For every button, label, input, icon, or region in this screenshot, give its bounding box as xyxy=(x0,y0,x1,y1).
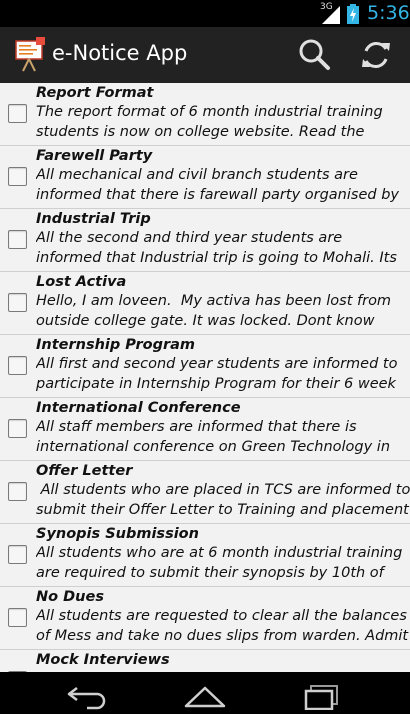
battery-charging-icon xyxy=(347,4,359,24)
signal-icon xyxy=(322,6,340,24)
notice-checkbox[interactable] xyxy=(8,545,27,564)
home-icon[interactable] xyxy=(180,680,230,710)
notice-title: Farewell Party xyxy=(36,148,153,164)
notice-body: All the second and third year students a… xyxy=(36,230,397,266)
notice-title: Industrial Trip xyxy=(36,211,151,227)
list-item[interactable]: International Conference All staff membe… xyxy=(0,398,410,461)
notice-body: The report format of 6 month industrial … xyxy=(36,104,388,140)
list-item[interactable]: Internship Program All first and second … xyxy=(0,335,410,398)
list-item[interactable]: Synopis Submission All students who are … xyxy=(0,524,410,587)
notice-title: Synopis Submission xyxy=(36,526,199,542)
navigation-bar xyxy=(0,672,410,714)
notice-title: Report Format xyxy=(36,85,154,101)
notice-title: Internship Program xyxy=(36,337,196,353)
app-title: e-Notice App xyxy=(52,41,188,65)
notice-list[interactable]: Report Format The report format of 6 mon… xyxy=(0,83,410,672)
list-item[interactable]: Mock Interviews xyxy=(0,650,410,672)
list-item[interactable]: Lost Activa Hello, I am loveen. My activ… xyxy=(0,272,410,335)
notice-body: All mechanical and civil branch students… xyxy=(36,167,399,203)
notice-checkbox[interactable] xyxy=(8,293,27,312)
list-item[interactable]: Offer Letter All students who are placed… xyxy=(0,461,410,524)
notice-body: All students who are placed in TCS are i… xyxy=(36,482,410,518)
notice-checkbox[interactable] xyxy=(8,608,27,627)
search-icon[interactable] xyxy=(294,35,334,75)
notice-body: All students who are at 6 month industri… xyxy=(36,545,403,581)
notice-body: Hello, I am loveen. My activa has been l… xyxy=(36,293,392,329)
list-item[interactable]: Report Format The report format of 6 mon… xyxy=(0,83,410,146)
notice-checkbox[interactable] xyxy=(8,167,27,186)
notice-checkbox[interactable] xyxy=(8,356,27,375)
clock: 5:36 xyxy=(367,2,410,24)
notice-body: All first and second year students are i… xyxy=(36,356,403,392)
notice-title: Mock Interviews xyxy=(36,652,170,668)
back-icon[interactable] xyxy=(63,680,113,710)
notice-title: Offer Letter xyxy=(36,463,133,479)
notice-title: Lost Activa xyxy=(36,274,127,290)
notice-checkbox[interactable] xyxy=(8,230,27,249)
recent-apps-icon[interactable] xyxy=(297,680,347,710)
notice-board-icon xyxy=(15,37,45,72)
action-bar: e-Notice App xyxy=(0,27,410,83)
notice-checkbox[interactable] xyxy=(8,482,27,501)
list-item[interactable]: No Dues All students are requested to cl… xyxy=(0,587,410,650)
notice-title: No Dues xyxy=(36,589,104,605)
notice-checkbox[interactable] xyxy=(8,419,27,438)
list-item[interactable]: Farewell Party All mechanical and civil … xyxy=(0,146,410,209)
notice-checkbox[interactable] xyxy=(8,104,27,123)
list-item[interactable]: Industrial Trip All the second and third… xyxy=(0,209,410,272)
notice-body: All staff members are informed that ther… xyxy=(36,419,391,455)
refresh-icon[interactable] xyxy=(356,35,396,75)
notice-body: All students are requested to clear all … xyxy=(36,608,409,644)
status-bar: 3G 5:36 xyxy=(0,0,410,27)
notice-title: International Conference xyxy=(36,400,241,416)
